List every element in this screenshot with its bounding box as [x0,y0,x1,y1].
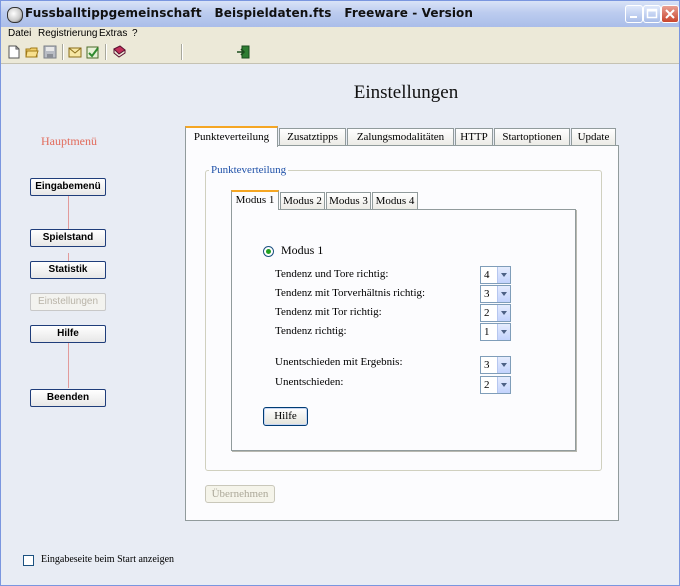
tab-modus-2[interactable]: Modus 2 [280,192,325,209]
sidebar-button-einstellungen: Einstellungen [30,293,106,311]
help-button[interactable]: Hilfe [263,407,308,426]
soccer-ball-icon [7,7,23,23]
select-value: 2 [484,379,490,391]
tab-punkteverteilung[interactable]: Punkteverteilung [185,126,278,147]
mail-icon[interactable] [68,45,82,59]
tab-update[interactable]: Update [571,128,616,145]
close-icon [665,9,675,19]
chevron-down-icon[interactable] [497,267,510,283]
toolbar [1,41,679,64]
sidebar-button-statistik[interactable]: Statistik [30,261,106,279]
tab-http[interactable]: HTTP [455,128,493,145]
sidebar-button-hilfe[interactable]: Hilfe [30,325,106,343]
maximize-button[interactable] [643,5,661,23]
punkteverteilung-panel: Punkteverteilung Modus 1 Modus 2 Modus 3… [185,145,619,521]
select-value: 3 [484,359,490,371]
select-value: 2 [484,307,490,319]
chevron-down-icon[interactable] [497,305,510,321]
tab-zalungsmodalitaeten[interactable]: Zalungsmodalitäten [347,128,454,145]
menu-bar: Datei Registrierung Extras ? [1,27,679,41]
modus-1-radio-label: Modus 1 [281,243,324,257]
sidebar-title: Hauptmenü [41,134,97,148]
maximize-icon [646,8,658,19]
tab-zusatztipps[interactable]: Zusatztipps [279,128,346,145]
window-title: Fussballtippgemeinschaft Beispieldaten.f… [25,6,474,20]
chevron-down-icon[interactable] [497,377,510,393]
select-unentschieden-ergebnis[interactable]: 3 [480,356,511,374]
label-tendenz-mit-tor: Tendenz mit Tor richtig: [275,306,382,318]
select-tendenz-torverhaeltnis[interactable]: 3 [480,285,511,303]
group-title: Punkteverteilung [209,164,289,176]
label-unentschieden: Unentschieden: [275,376,344,388]
close-button[interactable] [661,5,679,23]
select-tendenz-richtig[interactable]: 1 [480,323,511,341]
apply-button: Übernehmen [205,485,275,503]
sidebar-button-beenden[interactable]: Beenden [30,389,106,407]
label-tendenz-und-tore: Tendenz und Tore richtig: [275,268,389,280]
label-tendenz-richtig: Tendenz richtig: [275,325,347,337]
select-tendenz-und-tore[interactable]: 4 [480,266,511,284]
select-value: 3 [484,288,490,300]
title-bar[interactable]: Fussballtippgemeinschaft Beispieldaten.f… [1,1,679,28]
content-area: Einstellungen Hauptmenü Eingabemenü Spie… [1,64,679,585]
label-unentschieden-ergebnis: Unentschieden mit Ergebnis: [275,356,403,368]
startup-checkbox[interactable] [23,555,34,566]
menu-help[interactable]: ? [132,27,138,41]
sidebar-button-spielstand[interactable]: Spielstand [30,229,106,247]
modus-1-radio[interactable] [263,246,274,257]
toolbar-separator [105,44,107,60]
minimize-icon [630,16,637,18]
sidebar-button-eingabemenu[interactable]: Eingabemenü [30,178,106,196]
open-folder-icon[interactable] [25,45,39,59]
chevron-down-icon[interactable] [497,357,510,373]
book-icon[interactable] [112,45,126,59]
select-tendenz-mit-tor[interactable]: 2 [480,304,511,322]
check-document-icon[interactable] [86,45,100,59]
exit-door-icon[interactable] [236,45,250,59]
tab-startoptionen[interactable]: Startoptionen [494,128,570,145]
new-file-icon[interactable] [7,45,21,59]
toolbar-separator [62,44,64,60]
menu-datei[interactable]: Datei [8,27,31,41]
startup-checkbox-label: Eingabeseite beim Start anzeigen [41,554,175,565]
app-window: Fussballtippgemeinschaft Beispieldaten.f… [0,0,680,586]
tab-modus-4[interactable]: Modus 4 [372,192,418,209]
menu-registrierung[interactable]: Registrierung [38,27,97,41]
menu-extras[interactable]: Extras [99,27,127,41]
modus-1-panel: Modus 1 Tendenz und Tore richtig: 4 Tend… [231,209,576,451]
tab-modus-1[interactable]: Modus 1 [231,190,279,210]
tab-modus-3[interactable]: Modus 3 [326,192,371,209]
select-unentschieden[interactable]: 2 [480,376,511,394]
save-icon[interactable] [43,45,57,59]
label-tendenz-torverhaeltnis: Tendenz mit Torverhältnis richtig: [275,287,426,299]
select-value: 4 [484,269,490,281]
select-value: 1 [484,326,490,338]
toolbar-separator [181,44,183,60]
sidebar-connector [68,343,69,388]
minimize-button[interactable] [625,5,643,23]
chevron-down-icon[interactable] [497,324,510,340]
chevron-down-icon[interactable] [497,286,510,302]
page-title: Einstellungen [353,82,459,103]
